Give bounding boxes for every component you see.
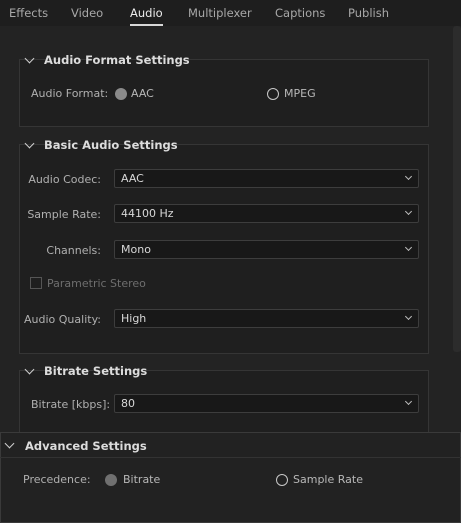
chevron-down-icon: [404, 207, 413, 216]
aac-radio-label: AAC: [131, 87, 154, 100]
parametric-stereo-label: Parametric Stereo: [47, 277, 146, 290]
chevron-down-icon: [404, 172, 413, 181]
tab-publish[interactable]: Publish: [348, 0, 389, 26]
basic-audio-title: Basic Audio Settings: [44, 138, 178, 152]
channels-value: Mono: [121, 243, 151, 256]
audio-quality-label: Audio Quality:: [24, 313, 101, 326]
audio-format-title: Audio Format Settings: [44, 53, 190, 67]
audio-codec-value: AAC: [121, 172, 144, 185]
audio-codec-select[interactable]: AAC: [114, 169, 419, 188]
bitrate-label: Bitrate [kbps]:: [31, 398, 111, 411]
sample-rate-radio-label: Sample Rate: [293, 473, 363, 486]
audio-codec-label: Audio Codec:: [28, 173, 101, 186]
tab-video[interactable]: Video: [71, 0, 103, 26]
channels-label: Channels:: [46, 244, 101, 257]
chevron-down-icon: [404, 397, 413, 406]
chevron-down-icon: [404, 243, 413, 252]
scrollbar[interactable]: [453, 26, 461, 352]
audio-quality-select[interactable]: High: [114, 309, 419, 328]
sample-rate-value: 44100 Hz: [121, 207, 174, 220]
aac-radio[interactable]: [115, 88, 127, 100]
bitrate-radio[interactable]: [105, 474, 117, 486]
tab-effects[interactable]: Effects: [9, 0, 48, 26]
audio-format-label: Audio Format:: [31, 87, 109, 100]
bitrate-title: Bitrate Settings: [44, 364, 148, 378]
sample-rate-label: Sample Rate:: [27, 208, 101, 221]
chevron-down-icon: [404, 312, 413, 321]
parametric-stereo-checkbox[interactable]: [30, 277, 42, 289]
sample-rate-select[interactable]: 44100 Hz: [114, 204, 419, 223]
divider: [0, 457, 461, 458]
tab-multiplexer[interactable]: Multiplexer: [188, 0, 252, 26]
sample-rate-radio[interactable]: [276, 474, 288, 486]
tab-captions[interactable]: Captions: [275, 0, 325, 26]
bitrate-select[interactable]: 80: [114, 394, 419, 413]
channels-select[interactable]: Mono: [114, 240, 419, 259]
bitrate-radio-label: Bitrate: [123, 473, 161, 486]
audio-quality-value: High: [121, 312, 147, 325]
precedence-label: Precedence:: [23, 473, 91, 486]
mpeg-radio[interactable]: [267, 88, 279, 100]
mpeg-radio-label: MPEG: [284, 87, 316, 100]
tab-audio[interactable]: Audio: [130, 0, 163, 26]
bitrate-value: 80: [121, 397, 135, 410]
tab-bar: Effects Video Audio Multiplexer Captions…: [0, 0, 461, 26]
advanced-title: Advanced Settings: [25, 439, 147, 453]
